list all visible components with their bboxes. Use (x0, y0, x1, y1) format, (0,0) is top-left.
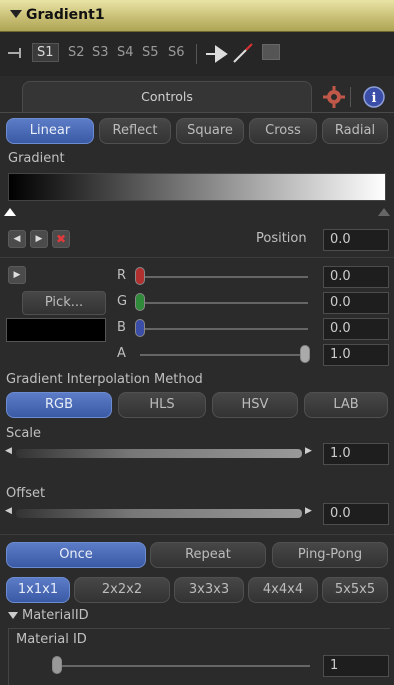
gradient-type-reflect[interactable]: Reflect (99, 118, 171, 144)
gradient-type-radial[interactable]: Radial (322, 118, 388, 144)
interp-hls[interactable]: HLS (118, 392, 206, 418)
slot-s1[interactable]: S1 (32, 43, 59, 62)
gradient-type-square[interactable]: Square (176, 118, 244, 144)
offset-label: Offset (6, 486, 46, 501)
wand-icon[interactable] (232, 42, 254, 67)
a-slider-track[interactable] (140, 354, 308, 356)
a-slider-knob[interactable] (300, 345, 310, 363)
a-value-field[interactable]: 1.0 (323, 344, 389, 366)
r-value-field[interactable]: 0.0 (323, 266, 389, 288)
delete-stop-icon[interactable]: ✖ (52, 230, 70, 248)
settings-gear-icon[interactable] (316, 83, 352, 111)
tab-divider (350, 87, 351, 107)
material-section-label: MaterialID (22, 608, 89, 623)
gradient-stop-start-icon[interactable] (4, 204, 16, 219)
gradient-type-cross[interactable]: Cross (249, 118, 317, 144)
repeat-repeat[interactable]: Repeat (150, 542, 266, 568)
gradient-stop-end-icon[interactable] (378, 204, 390, 219)
slot-s4[interactable]: S4 (117, 45, 134, 60)
tool-title: Gradient1 (26, 7, 105, 23)
viewer-icon[interactable] (262, 44, 280, 60)
b-value-field[interactable]: 0.0 (323, 318, 389, 340)
position-field[interactable]: 0.0 (323, 229, 389, 251)
interp-lab[interactable]: LAB (304, 392, 388, 418)
material-id-label: Material ID (16, 632, 87, 647)
interpolation-label: Gradient Interpolation Method (6, 372, 203, 387)
interp-hsv[interactable]: HSV (212, 392, 298, 418)
repeat-once[interactable]: Once (6, 542, 146, 568)
position-label: Position (256, 231, 307, 246)
tab-controls[interactable]: Controls (22, 81, 312, 112)
interp-rgb[interactable]: RGB (6, 392, 112, 418)
scale-value-field[interactable]: 1.0 (323, 443, 389, 465)
pin-icon[interactable] (8, 47, 24, 62)
divider (0, 534, 394, 535)
r-slider-track[interactable] (140, 276, 308, 278)
collapse-triangle-icon[interactable] (10, 10, 22, 18)
color-swatch[interactable] (6, 318, 106, 342)
slot-s5[interactable]: S5 (142, 45, 159, 60)
g-slider-knob[interactable] (135, 293, 145, 311)
supersample-3x3x3[interactable]: 3x3x3 (174, 577, 244, 603)
prev-stop-icon[interactable]: ◀ (8, 230, 26, 248)
channel-r-label: R (117, 268, 127, 283)
b-slider-track[interactable] (140, 328, 308, 330)
next-stop-icon[interactable]: ▶ (30, 230, 48, 248)
material-id-track[interactable] (62, 665, 310, 667)
scale-label: Scale (6, 426, 41, 441)
version-toolbar: S1 S2 S3 S4 S5 S6 (0, 32, 394, 76)
section-collapse-icon[interactable] (8, 612, 18, 619)
supersample-2x2x2[interactable]: 2x2x2 (74, 577, 170, 603)
scale-right-arrow-icon[interactable]: ▶ (305, 446, 312, 456)
repeat-ping-pong[interactable]: Ping-Pong (272, 542, 388, 568)
r-slider-knob[interactable] (135, 267, 145, 285)
arrow-right-icon[interactable] (206, 45, 228, 66)
offset-right-arrow-icon[interactable]: ▶ (305, 506, 312, 516)
tab-underline (0, 112, 394, 113)
offset-value-field[interactable]: 0.0 (323, 503, 389, 525)
scale-slider[interactable] (16, 449, 302, 458)
supersample-1x1x1[interactable]: 1x1x1 (6, 577, 70, 603)
g-value-field[interactable]: 0.0 (323, 292, 389, 314)
info-icon[interactable]: i (356, 83, 392, 111)
supersample-4x4x4[interactable]: 4x4x4 (248, 577, 318, 603)
divider (0, 257, 394, 258)
b-slider-knob[interactable] (135, 319, 145, 337)
offset-slider[interactable] (16, 509, 302, 518)
gradient-preview-bar[interactable] (8, 173, 386, 201)
slot-s3[interactable]: S3 (92, 45, 109, 60)
channel-b-label: B (117, 320, 126, 335)
channel-g-label: G (117, 294, 128, 309)
offset-left-arrow-icon[interactable]: ◀ (5, 506, 12, 516)
g-slider-track[interactable] (140, 302, 308, 304)
pick-button[interactable]: Pick... (22, 291, 106, 315)
svg-text:i: i (372, 91, 377, 106)
gradient-type-linear[interactable]: Linear (6, 118, 94, 144)
tool-header[interactable]: Gradient1 (0, 0, 394, 32)
gradient-label: Gradient (8, 151, 65, 166)
scale-left-arrow-icon[interactable]: ◀ (5, 446, 12, 456)
slot-s6[interactable]: S6 (168, 45, 185, 60)
channel-a-label: A (117, 346, 126, 361)
expand-color-icon[interactable]: ▶ (8, 266, 26, 284)
toolbar-divider (196, 44, 197, 64)
slot-s2[interactable]: S2 (68, 45, 85, 60)
supersample-5x5x5[interactable]: 5x5x5 (322, 577, 388, 603)
material-id-knob[interactable] (52, 656, 62, 674)
material-id-field[interactable]: 1 (323, 655, 389, 677)
